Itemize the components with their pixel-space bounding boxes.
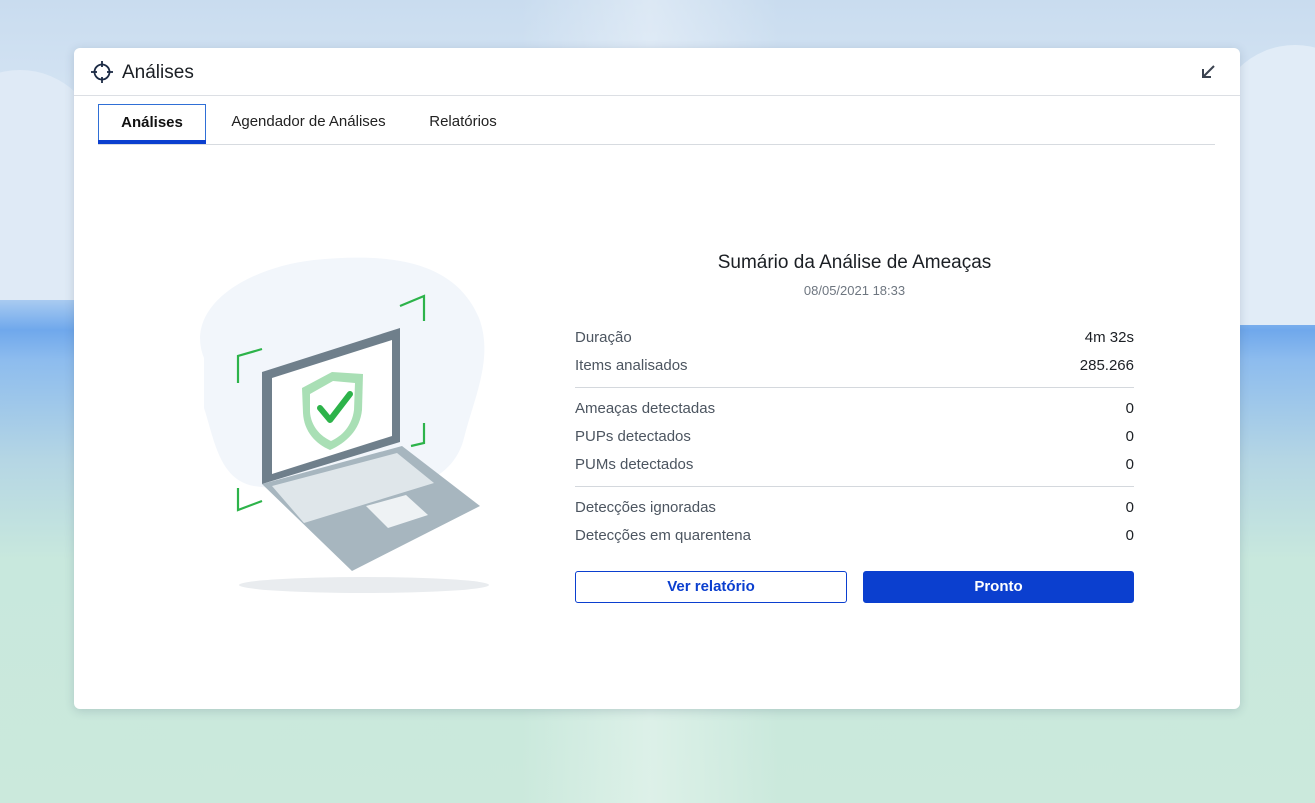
- view-report-button[interactable]: Ver relatório: [575, 571, 847, 603]
- row-value: 285.266: [1079, 357, 1134, 374]
- summary-rows: Duração 4m 32s Items analisados 285.266 …: [575, 324, 1134, 550]
- summary-row-items-scanned: Items analisados 285.266: [575, 352, 1134, 380]
- row-value: 4m 32s: [1084, 329, 1134, 346]
- action-buttons: Ver relatório Pronto: [575, 571, 1134, 603]
- laptop-shield-check-icon: [200, 257, 489, 593]
- summary-row-threats: Ameaças detectadas 0: [575, 395, 1134, 423]
- window-title: Análises: [122, 62, 194, 83]
- tab-analises[interactable]: Análises: [98, 104, 206, 144]
- tab-bar: Análises Agendador de Análises Relatório…: [98, 104, 1215, 145]
- row-label: Duração: [575, 329, 632, 346]
- row-label: Detecções em quarentena: [575, 527, 751, 544]
- summary-title: Sumário da Análise de Ameaças: [717, 252, 992, 273]
- row-value: 0: [1125, 499, 1134, 516]
- row-label: Ameaças detectadas: [575, 400, 716, 417]
- row-label: PUMs detectados: [575, 456, 694, 473]
- row-value: 0: [1125, 527, 1134, 544]
- window-titlebar: Análises: [74, 48, 1240, 96]
- done-button[interactable]: Pronto: [863, 571, 1134, 603]
- summary-row-quarantined: Detecções em quarentena 0: [575, 522, 1134, 550]
- row-value: 0: [1125, 400, 1134, 417]
- row-label: Detecções ignoradas: [575, 499, 716, 516]
- tab-relatorios[interactable]: Relatórios: [428, 104, 498, 142]
- row-value: 0: [1125, 456, 1134, 473]
- summary-row-duration: Duração 4m 32s: [575, 324, 1134, 352]
- summary-row-pums: PUMs detectados 0: [575, 451, 1134, 479]
- divider: [575, 486, 1134, 487]
- row-label: Items analisados: [575, 357, 688, 374]
- summary-row-ignored: Detecções ignoradas 0: [575, 494, 1134, 522]
- scan-window: Análises Análises Agendador de Análises …: [74, 48, 1240, 709]
- scan-summary: Sumário da Análise de Ameaças 08/05/2021…: [575, 252, 1134, 603]
- summary-row-pups: PUPs detectados 0: [575, 423, 1134, 451]
- row-label: PUPs detectados: [575, 428, 691, 445]
- row-value: 0: [1125, 428, 1134, 445]
- divider: [575, 387, 1134, 388]
- crosshair-icon: [91, 61, 113, 83]
- arrow-down-left-icon[interactable]: [1198, 62, 1218, 82]
- summary-date: 08/05/2021 18:33: [803, 283, 906, 298]
- tab-agendador[interactable]: Agendador de Análises: [229, 104, 388, 142]
